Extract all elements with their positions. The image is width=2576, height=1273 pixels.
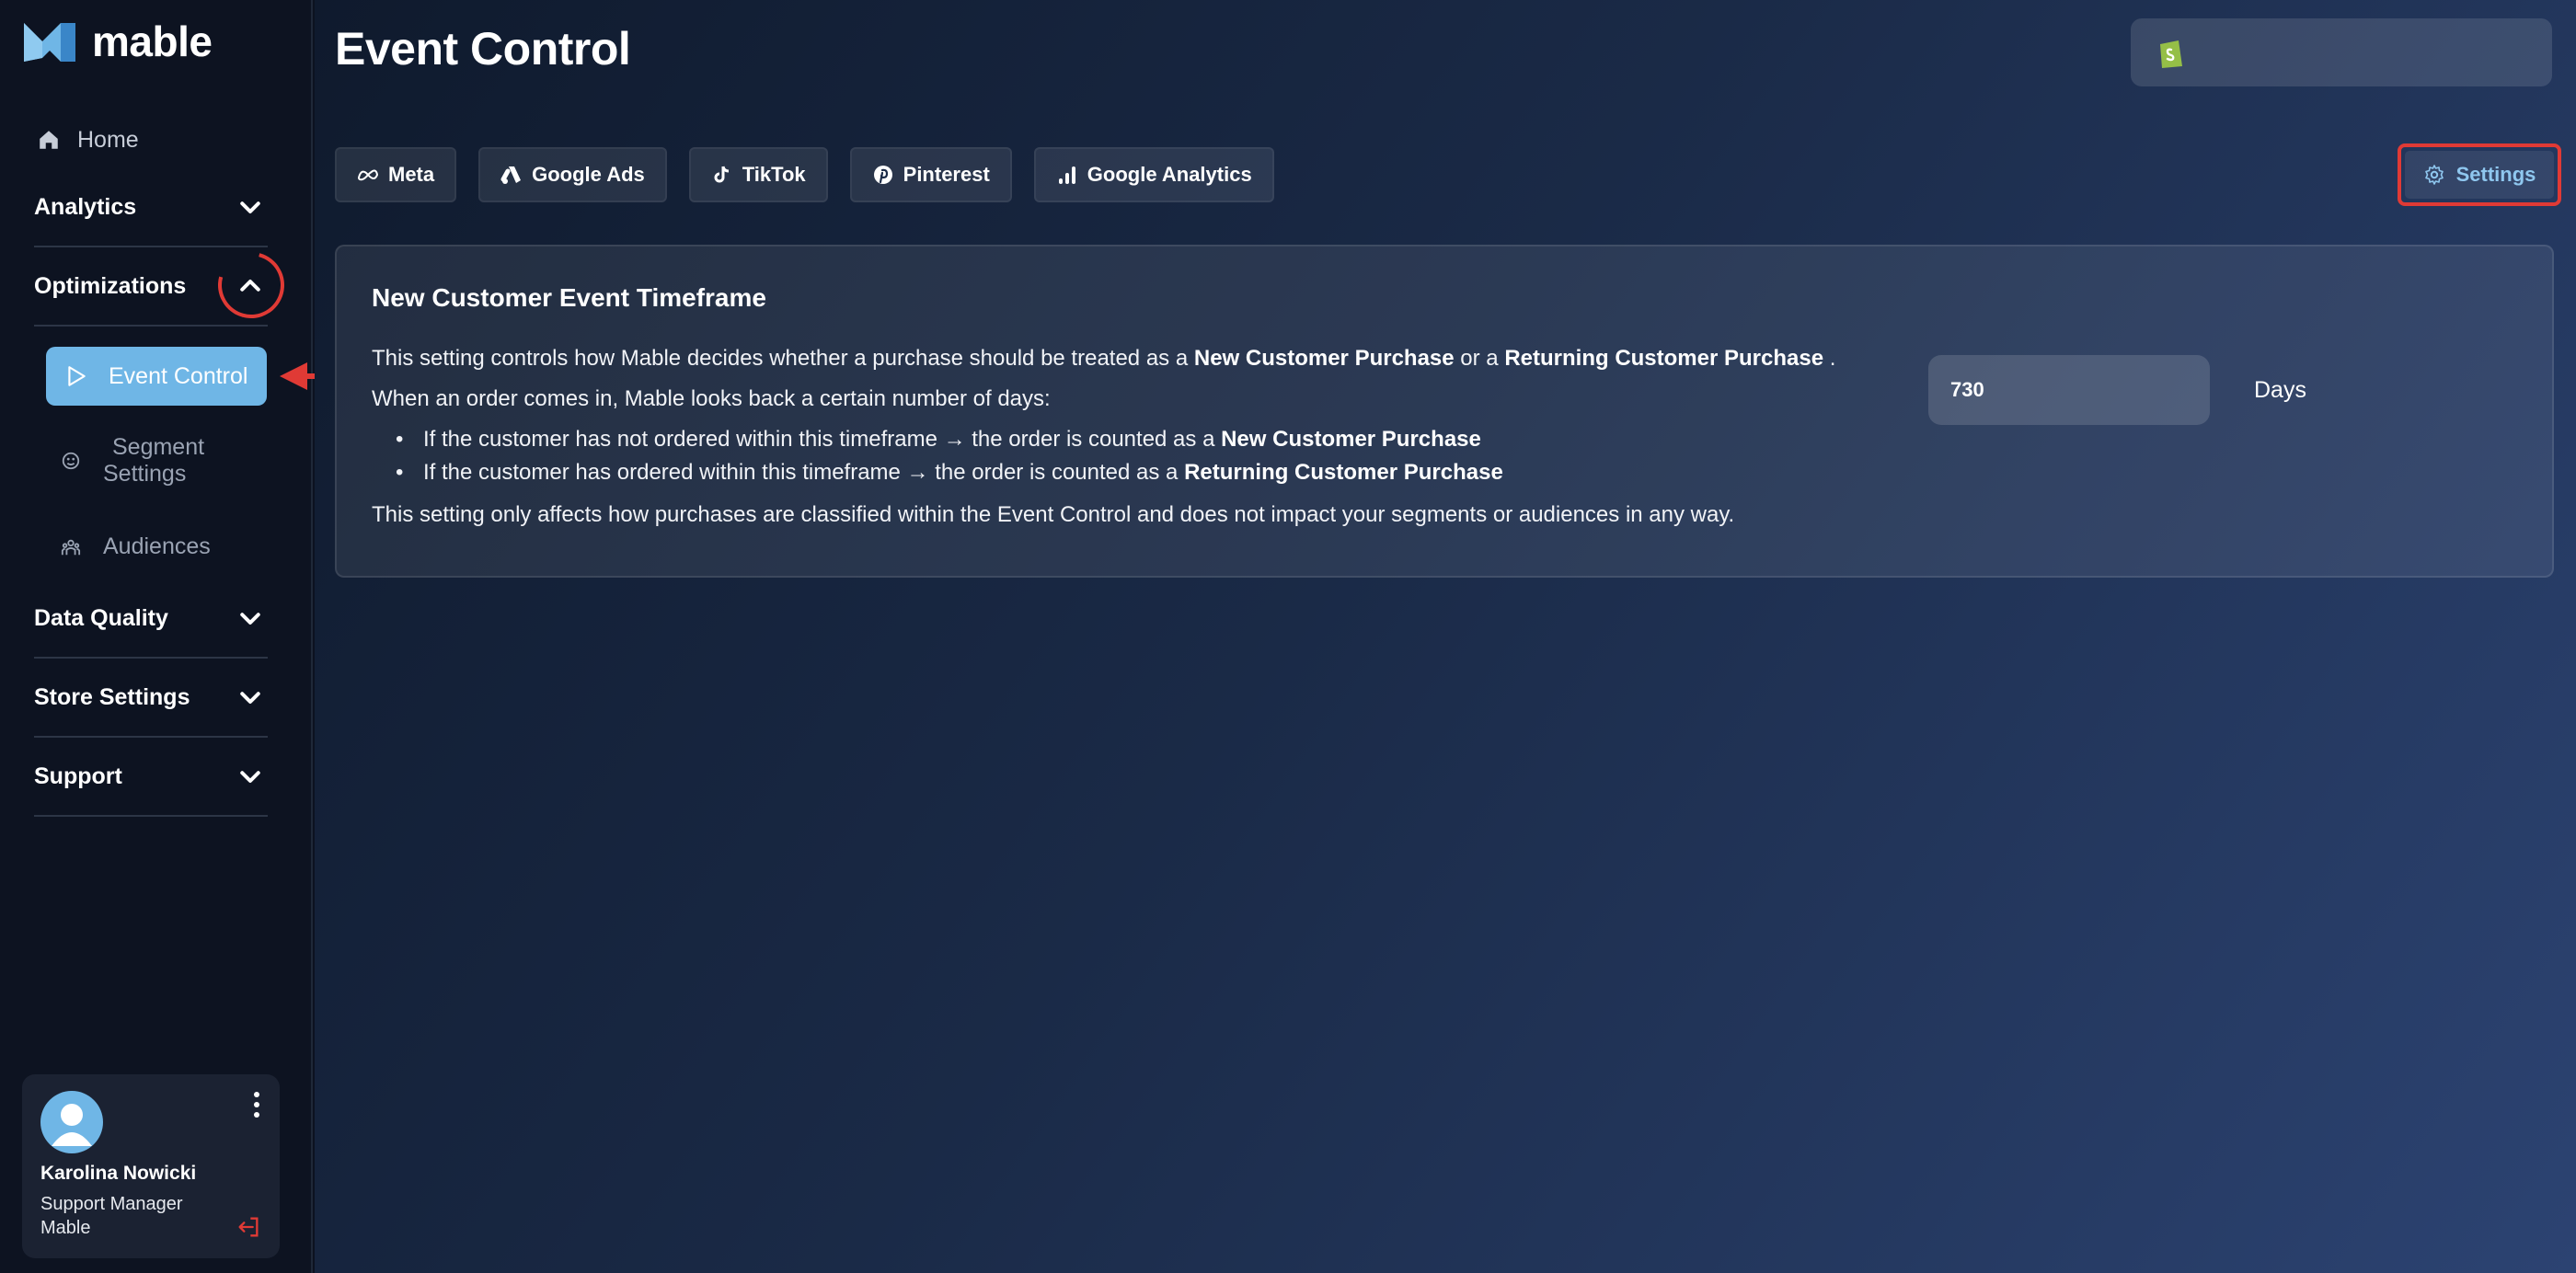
sidebar-item-label: Settings (103, 461, 187, 487)
term-returning-customer: Returning Customer Purchase (1184, 460, 1503, 485)
tab-tiktok[interactable]: TikTok (688, 147, 828, 202)
user-name: Karolina Nowicki (40, 1163, 197, 1184)
list-item: If the customer has not ordered within t… (396, 423, 1936, 456)
app-name: mable (92, 17, 213, 65)
sidebar-group-label: Analytics (34, 193, 137, 220)
chevron-down-icon (240, 201, 260, 213)
tab-google-analytics[interactable]: Google Analytics (1033, 147, 1274, 202)
days-input[interactable] (1928, 355, 2210, 425)
tab-meta[interactable]: Meta (335, 147, 457, 202)
text: . (1823, 346, 1836, 371)
days-label: Days (2254, 377, 2306, 403)
audiences-icon (61, 539, 81, 555)
sidebar-group-label: Optimizations (34, 272, 187, 299)
logout-icon[interactable] (236, 1214, 261, 1240)
term-new-customer: New Customer Purchase (1193, 346, 1455, 371)
app-logo[interactable]: mable (20, 17, 213, 66)
main-content: Event Control Meta Google Ads TikTok Pin… (315, 0, 2576, 1273)
home-icon (40, 131, 58, 149)
tab-label: TikTok (742, 163, 806, 186)
platform-tabs: Meta Google Ads TikTok Pinterest Google … (335, 147, 1296, 202)
sidebar-item-label: Audiences (103, 533, 211, 559)
pinterest-icon (873, 166, 892, 184)
tab-label: Google Ads (532, 163, 645, 186)
play-outline-icon (68, 366, 86, 386)
sidebar-group-support[interactable]: Support (34, 738, 268, 817)
description-footer: This setting only affects how purchases … (372, 502, 1735, 527)
gear-icon (2424, 165, 2444, 185)
text: or a (1454, 346, 1505, 371)
tab-google-ads[interactable]: Google Ads (478, 147, 667, 202)
sidebar-group-label: Support (34, 763, 122, 789)
tab-label: Meta (388, 163, 435, 186)
text: This setting controls how Mable decides … (372, 346, 1194, 371)
store-selector[interactable] (2131, 18, 2552, 86)
settings-label: Settings (2455, 163, 2536, 186)
user-role-title: Support Manager (40, 1194, 183, 1214)
avatar[interactable] (40, 1091, 103, 1153)
chevron-down-icon (240, 692, 260, 704)
user-company: Mable (40, 1218, 91, 1238)
sidebar-item-label: Segment (112, 434, 205, 460)
user-card: Karolina Nowicki Support Manager Mable (22, 1074, 280, 1258)
timeframe-card: New Customer Event Timeframe This settin… (335, 245, 2554, 578)
sidebar-item-label: Home (77, 126, 139, 153)
description-line: When an order comes in, Mable looks back… (372, 386, 1051, 411)
term-new-customer: New Customer Purchase (1221, 427, 1481, 452)
settings-button[interactable]: Settings (2405, 151, 2554, 199)
list-item: If the customer has ordered within this … (396, 456, 1936, 489)
text: If the customer has ordered within this … (423, 460, 1185, 485)
sidebar-item-segment-settings[interactable]: Segment Settings (61, 434, 204, 487)
sidebar-group-analytics[interactable]: Analytics (34, 168, 268, 247)
sidebar-item-audiences[interactable]: Audiences (61, 533, 211, 560)
meta-icon (357, 169, 379, 181)
google-ads-icon (500, 166, 522, 184)
google-analytics-icon (1058, 166, 1075, 184)
rules-list: If the customer has not ordered within t… (396, 423, 1936, 489)
tab-label: Google Analytics (1087, 163, 1252, 186)
sidebar: mable Home Analytics Optimizations Event… (0, 0, 379, 1273)
sidebar-item-label: Event Control (109, 362, 248, 389)
sidebar-group-data-quality[interactable]: Data Quality (34, 579, 268, 659)
user-avatar-icon (52, 1104, 92, 1146)
chevron-down-icon (240, 613, 260, 625)
sidebar-group-store-settings[interactable]: Store Settings (34, 659, 268, 738)
sidebar-item-event-control[interactable]: Event Control (46, 347, 267, 406)
term-returning-customer: Returning Customer Purchase (1504, 346, 1824, 371)
segment-icon (62, 452, 80, 470)
kebab-menu-icon[interactable] (252, 1091, 261, 1118)
shopify-icon (2160, 40, 2182, 68)
chevron-down-icon (240, 771, 260, 783)
settings-annotation-box: Settings (2398, 143, 2561, 206)
sidebar-group-label: Data Quality (34, 604, 168, 631)
card-description: This setting controls how Mable decides … (372, 342, 1936, 539)
tab-label: Pinterest (903, 163, 990, 186)
sidebar-group-label: Store Settings (34, 683, 190, 710)
text: If the customer has not ordered within t… (423, 427, 1222, 452)
mable-logo-icon (24, 23, 75, 62)
page-title: Event Control (335, 23, 631, 75)
sidebar-item-home[interactable]: Home (37, 121, 139, 158)
tab-pinterest[interactable]: Pinterest (849, 147, 1012, 202)
card-title: New Customer Event Timeframe (372, 283, 766, 312)
tiktok-icon (714, 166, 729, 183)
description-line: This setting controls how Mable decides … (372, 342, 1936, 375)
user-role: Support Manager Mable (40, 1192, 183, 1240)
